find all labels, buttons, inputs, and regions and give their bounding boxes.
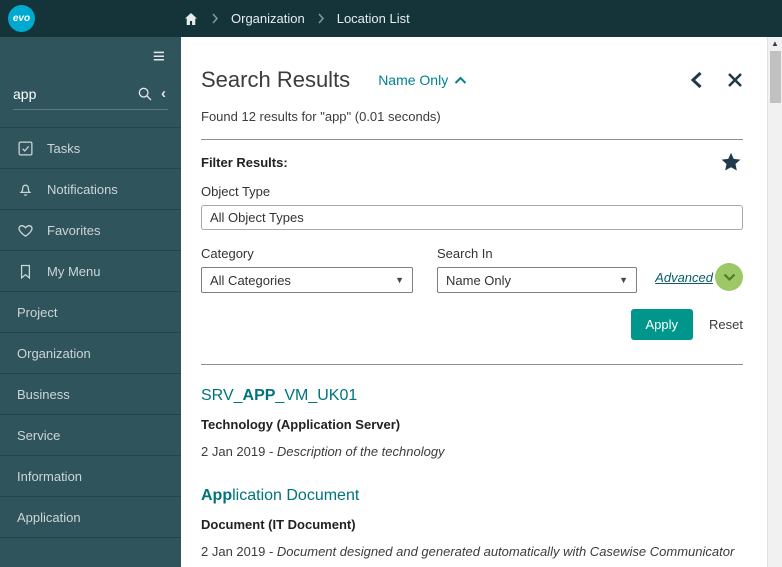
scope-toggle[interactable]: Name Only: [378, 72, 467, 88]
result-date: 2 Jan 2019 -: [201, 444, 277, 459]
breadcrumb-separator-icon: [317, 13, 325, 24]
search-in-select-value: Name Only: [446, 272, 512, 288]
search-in-label: Search In: [437, 246, 493, 261]
scrollbar-thumb[interactable]: [770, 51, 781, 103]
sidebar-item-organization[interactable]: Organization: [0, 333, 181, 374]
filter-row: Category All Categories ▼ Search In Name…: [201, 246, 743, 293]
sidebar-item-label: Service: [17, 427, 61, 443]
home-icon[interactable]: [183, 11, 199, 27]
breadcrumb-location-list[interactable]: Location List: [337, 11, 410, 26]
object-type-input[interactable]: [201, 205, 743, 230]
results-summary: Found 12 results for "app" (0.01 seconds…: [201, 109, 441, 124]
sidebar-item-label: Information: [17, 468, 83, 484]
search-in-select[interactable]: Name Only ▼: [437, 267, 637, 293]
sidebar-item-label: Notifications: [47, 181, 118, 197]
title-row: Search Results Name Only: [201, 67, 743, 93]
bookmark-icon: [17, 263, 34, 280]
sidebar-item-tasks[interactable]: Tasks: [0, 128, 181, 169]
page-title: Search Results: [201, 67, 351, 92]
divider: [201, 364, 743, 365]
search-icon[interactable]: [137, 86, 153, 102]
filter-header: Filter Results:: [201, 151, 743, 174]
scroll-up-arrow-icon[interactable]: ▲: [768, 37, 782, 50]
result-type: Document (IT Document): [201, 517, 356, 532]
divider: [201, 139, 743, 140]
sidebar-collapse-icon[interactable]: ‹: [159, 85, 168, 102]
apply-button[interactable]: Apply: [630, 309, 694, 340]
result-description: Document designed and generated automati…: [276, 544, 735, 559]
topbar: evo Organization Location List: [0, 0, 782, 37]
advanced-expand-button[interactable]: [715, 263, 743, 291]
favorite-star-icon[interactable]: [719, 151, 743, 174]
sidebar-item-information[interactable]: Information: [0, 456, 181, 497]
result-title-link[interactable]: SRV_APP_VM_UK01: [201, 387, 743, 405]
search-result-item: SRV_APP_VM_UK01 Technology (Application …: [201, 387, 743, 459]
result-date: 2 Jan 2019 -: [201, 544, 277, 559]
result-title-text: SRV_: [201, 387, 243, 404]
sidebar-item-label: Business: [17, 386, 70, 402]
reset-button[interactable]: Reset: [709, 317, 743, 332]
window-icons: [689, 71, 743, 89]
hamburger-menu-icon[interactable]: ≡: [0, 37, 181, 69]
category-select-value: All Categories: [210, 272, 291, 288]
bell-icon: [17, 181, 34, 198]
breadcrumb: Organization Location List: [183, 11, 410, 27]
scope-toggle-label: Name Only: [378, 72, 449, 88]
sidebar: ≡ ‹ Tasks Notifications Favorites: [0, 37, 181, 567]
back-icon[interactable]: [689, 71, 703, 89]
result-title-link[interactable]: Application Document: [201, 487, 743, 505]
search-input[interactable]: [13, 85, 131, 102]
heart-icon: [17, 222, 34, 239]
search-in-field: Search In Name Only ▼: [437, 246, 637, 293]
breadcrumb-organization[interactable]: Organization: [231, 11, 305, 26]
sidebar-item-label: Organization: [17, 345, 91, 361]
sidebar-item-application[interactable]: Application: [0, 497, 181, 538]
sidebar-item-my-menu[interactable]: My Menu: [0, 251, 181, 292]
category-select[interactable]: All Categories ▼: [201, 267, 413, 293]
result-type: Technology (Application Server): [201, 417, 401, 432]
chevron-down-icon: ▼: [619, 275, 628, 285]
result-title-match: App: [201, 487, 233, 504]
sidebar-search: ‹: [13, 85, 168, 110]
chevron-up-icon: [455, 76, 467, 84]
category-field: Category All Categories ▼: [201, 246, 413, 293]
filter-results-heading: Filter Results:: [201, 155, 288, 170]
result-meta: 2 Jan 2019 - Description of the technolo…: [201, 444, 743, 459]
main-content: Search Results Name Only Found 12 result…: [181, 37, 767, 567]
breadcrumb-separator-icon: [211, 13, 219, 24]
sidebar-item-service[interactable]: Service: [0, 415, 181, 456]
sidebar-menu: Tasks Notifications Favorites My Menu Pr…: [0, 127, 181, 538]
sidebar-item-project[interactable]: Project: [0, 292, 181, 333]
apply-row: Apply Reset: [201, 309, 743, 340]
sidebar-item-label: Application: [17, 509, 81, 525]
sidebar-item-notifications[interactable]: Notifications: [0, 169, 181, 210]
result-title-text: lication Document: [232, 487, 360, 504]
sidebar-item-favorites[interactable]: Favorites: [0, 210, 181, 251]
evo-logo[interactable]: evo: [8, 5, 35, 32]
advanced-group: Advanced: [655, 263, 743, 291]
sidebar-item-label: Favorites: [47, 222, 101, 238]
result-description: Description of the technology: [276, 444, 445, 459]
chevron-down-icon: ▼: [395, 275, 404, 285]
category-label: Category: [201, 246, 254, 261]
tasks-icon: [17, 140, 34, 157]
sidebar-item-label: Project: [17, 304, 58, 320]
result-meta: 2 Jan 2019 - Document designed and gener…: [201, 544, 743, 559]
chevron-down-icon: [723, 273, 735, 281]
sidebar-item-business[interactable]: Business: [0, 374, 181, 415]
close-icon[interactable]: [727, 72, 743, 88]
object-type-label: Object Type: [201, 184, 271, 199]
result-title-text: _VM_UK01: [275, 387, 358, 404]
result-title-match: APP: [242, 387, 276, 404]
advanced-link[interactable]: Advanced: [655, 270, 713, 285]
sidebar-item-label: My Menu: [47, 263, 101, 279]
sidebar-item-label: Tasks: [47, 140, 81, 156]
vertical-scrollbar[interactable]: ▲: [767, 37, 782, 567]
search-result-item: Application Document Document (IT Docume…: [201, 487, 743, 559]
